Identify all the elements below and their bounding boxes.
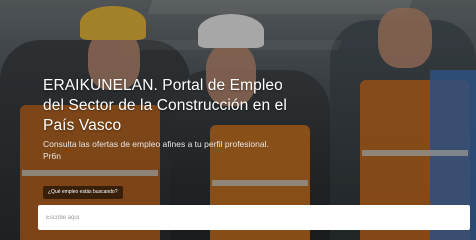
hero-subtitle: Consulta las ofertas de empleo afines a … (43, 139, 269, 161)
hero-banner: ERAIKUNELAN. Portal de Empleo del Sector… (0, 0, 476, 240)
search-label: ¿Qué empleo estás buscando? (43, 186, 123, 199)
job-search-input[interactable] (38, 205, 470, 230)
hero-content: ERAIKUNELAN. Portal de Empleo del Sector… (43, 76, 303, 162)
hero-title: ERAIKUNELAN. Portal de Empleo del Sector… (43, 77, 287, 134)
